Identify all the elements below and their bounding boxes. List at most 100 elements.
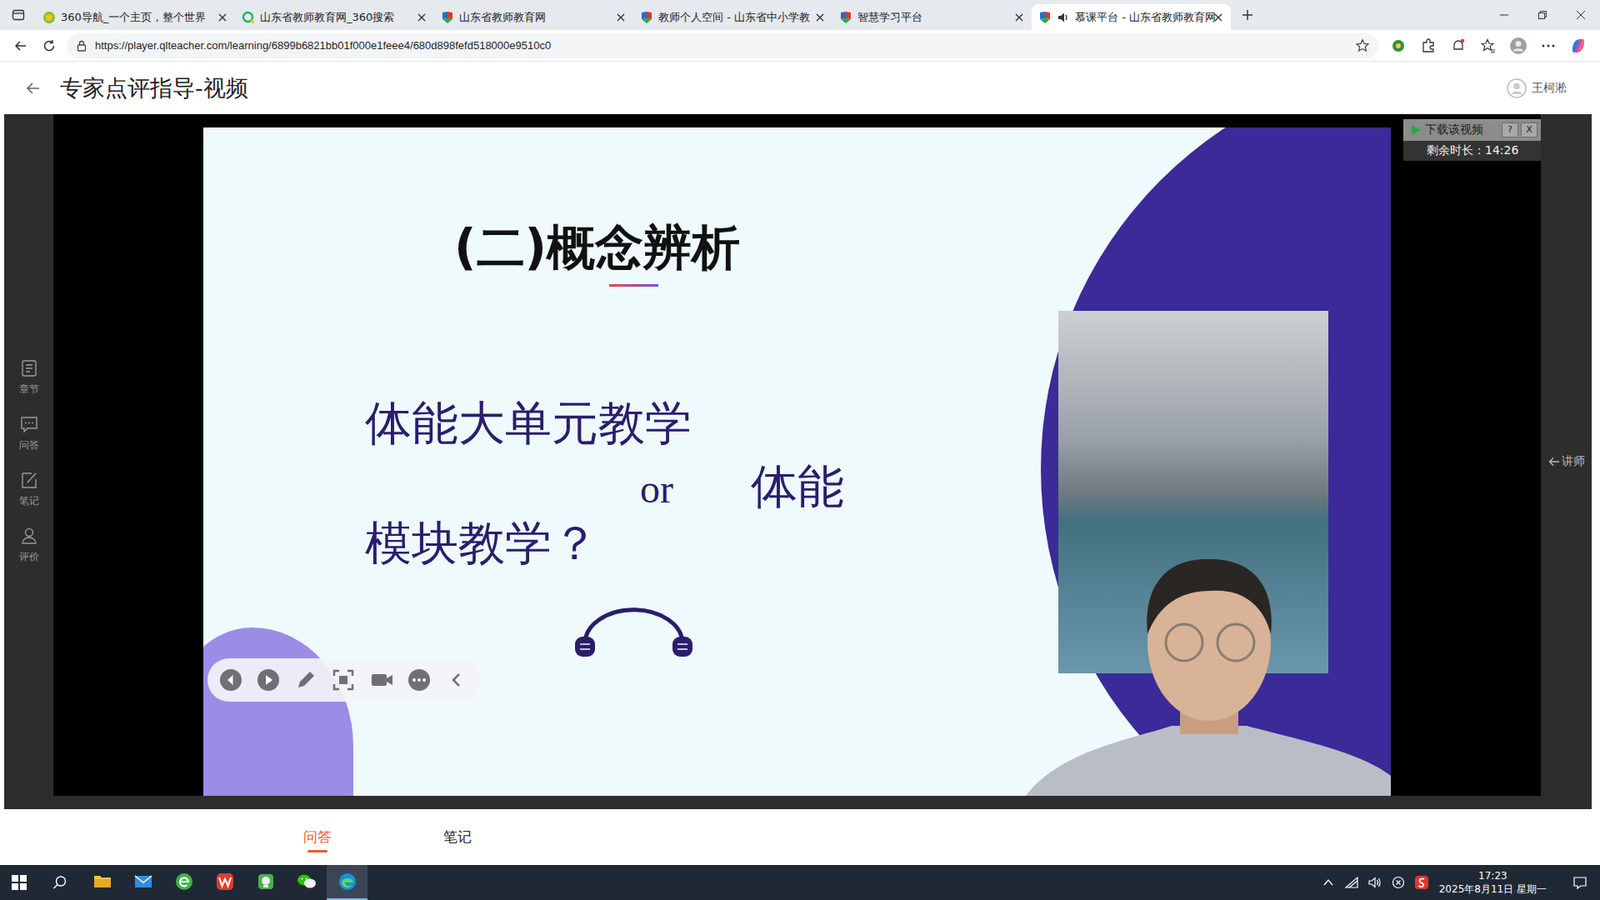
- rail-item[interactable]: 问答: [19, 415, 40, 453]
- download-video-button[interactable]: 下载该视频: [1406, 121, 1500, 139]
- notifications-center-button[interactable]: [1560, 865, 1600, 900]
- browser-tab[interactable]: 智慧学习平台: [832, 4, 1032, 30]
- user-menu[interactable]: 王柯淞: [1506, 78, 1567, 99]
- notifications-button[interactable]: [1443, 32, 1474, 60]
- site-info-icon[interactable]: [75, 39, 89, 53]
- slide-connector: or: [640, 463, 674, 515]
- reload-button[interactable]: [35, 32, 64, 60]
- new-tab-button[interactable]: [1230, 0, 1265, 30]
- minimize-button[interactable]: [1485, 0, 1524, 30]
- video-player[interactable]: (二)概念辨析 体能大单元教学 or 体能 模块教学？ 下载该视频 ? X 剩余…: [53, 114, 1541, 796]
- close-window-button[interactable]: [1561, 0, 1600, 30]
- taskbar-app[interactable]: [204, 865, 245, 900]
- close-tab-icon[interactable]: [1212, 11, 1225, 24]
- rail-item[interactable]: 章节: [19, 359, 40, 397]
- network-button[interactable]: [1340, 865, 1363, 900]
- help-button[interactable]: ?: [1501, 122, 1519, 138]
- speaker-icon[interactable]: [1056, 10, 1070, 25]
- close-overlay-button[interactable]: X: [1520, 122, 1538, 138]
- security-button[interactable]: [1387, 865, 1410, 900]
- title-underline: [609, 284, 659, 287]
- lecturer-label: 讲师: [1561, 454, 1585, 470]
- back-button[interactable]: [6, 32, 35, 60]
- camera-icon: [369, 667, 395, 693]
- site-favicon-icon: [640, 10, 654, 25]
- close-tab-icon[interactable]: [415, 11, 428, 24]
- tray-expand-button[interactable]: [1317, 865, 1340, 900]
- download-row: 下载该视频 ? X: [1403, 119, 1541, 141]
- page-back-button[interactable]: [21, 80, 45, 97]
- wechat-icon: [295, 871, 318, 892]
- search-icon: [52, 875, 68, 890]
- close-tab-icon[interactable]: [216, 11, 229, 24]
- close-tab-icon[interactable]: [814, 11, 826, 24]
- edge-icon: [337, 871, 358, 892]
- copilot-icon: [1569, 36, 1588, 55]
- more-icon: [1540, 37, 1557, 55]
- site-favicon-icon: [839, 10, 853, 25]
- rail-item[interactable]: 笔记: [19, 470, 40, 509]
- presenter-video: [1025, 525, 1391, 796]
- previous-icon: [218, 667, 244, 693]
- favorites-button[interactable]: [1473, 32, 1504, 60]
- tab-label: 360导航_一个主页，整个世界: [60, 10, 212, 25]
- previous-button[interactable]: [217, 666, 245, 694]
- copilot-button[interactable]: [1563, 32, 1594, 60]
- collapse-button[interactable]: [443, 666, 470, 694]
- clock[interactable]: 17:23 2025年8月11日 星期一: [1434, 869, 1552, 896]
- address-bar[interactable]: https://player.qlteacher.com/learning/68…: [66, 33, 1379, 59]
- tab-underline: [447, 850, 468, 853]
- camera-button[interactable]: [368, 666, 395, 694]
- bottom-tab-label: 问答: [303, 827, 332, 846]
- pen-button[interactable]: [292, 666, 320, 694]
- mail-icon: [133, 871, 154, 892]
- taskbar-app[interactable]: [163, 865, 205, 900]
- profile-button[interactable]: [1503, 32, 1534, 60]
- tab-actions-icon: [11, 8, 25, 22]
- browser-tab[interactable]: 山东省教师教育网_360搜索: [235, 4, 435, 30]
- network-icon: [1344, 875, 1360, 890]
- extension-button[interactable]: [1383, 32, 1414, 60]
- bottom-tab[interactable]: 问答: [286, 827, 349, 853]
- bottom-tab[interactable]: 笔记: [426, 827, 489, 853]
- rail-item[interactable]: 评价: [19, 526, 40, 565]
- extensions-button[interactable]: [1413, 32, 1444, 60]
- slide: (二)概念辨析 体能大单元教学 or 体能 模块教学？: [203, 127, 1391, 796]
- volume-button[interactable]: [1364, 865, 1386, 900]
- folder-icon: [92, 871, 113, 892]
- green-play-icon: [1410, 124, 1422, 136]
- more-button[interactable]: [405, 666, 433, 694]
- close-tab-icon[interactable]: [1013, 11, 1025, 24]
- restore-button[interactable]: [1523, 0, 1562, 30]
- profile-icon: [1509, 36, 1528, 55]
- close-tab-icon[interactable]: [615, 11, 627, 24]
- taskbar-app[interactable]: [285, 865, 327, 900]
- start-button[interactable]: [0, 865, 39, 900]
- tab-actions-button[interactable]: [0, 0, 36, 30]
- slide-content: (二)概念辨析 体能大单元教学 or 体能 模块教学？: [203, 127, 1391, 659]
- arrow-left-icon: [1548, 456, 1560, 467]
- star-icon[interactable]: [1355, 38, 1370, 54]
- site-favicon-icon: [1038, 10, 1052, 25]
- screenshot-button[interactable]: [330, 666, 357, 694]
- taskbar-app[interactable]: [326, 865, 368, 900]
- browser-tab[interactable]: 360导航_一个主页，整个世界: [35, 4, 235, 30]
- taskbar-app[interactable]: [245, 865, 286, 900]
- rail-label: 评价: [19, 550, 40, 565]
- input-method-button[interactable]: [1410, 865, 1433, 900]
- browser-tab[interactable]: 慕课平台 - 山东省教师教育网: [1031, 4, 1231, 30]
- favorites-icon: [1480, 37, 1497, 55]
- search-button[interactable]: [38, 865, 82, 900]
- play-button[interactable]: [255, 666, 282, 694]
- taskbar-app[interactable]: [122, 865, 164, 900]
- tab-label: 山东省教师教育网: [459, 10, 610, 25]
- clock-time: 17:23: [1478, 869, 1508, 883]
- menu-button[interactable]: [1533, 32, 1564, 60]
- pen-icon: [293, 667, 319, 693]
- nav-favicon-icon: [42, 10, 56, 25]
- browser-tab[interactable]: 教师个人空间 - 山东省中小学教: [633, 4, 833, 30]
- taskbar-app[interactable]: [81, 865, 123, 900]
- screenshot-icon: [330, 667, 356, 693]
- browser-tab[interactable]: 山东省教师教育网: [434, 4, 634, 30]
- lecturer-tab[interactable]: 讲师: [1548, 454, 1585, 470]
